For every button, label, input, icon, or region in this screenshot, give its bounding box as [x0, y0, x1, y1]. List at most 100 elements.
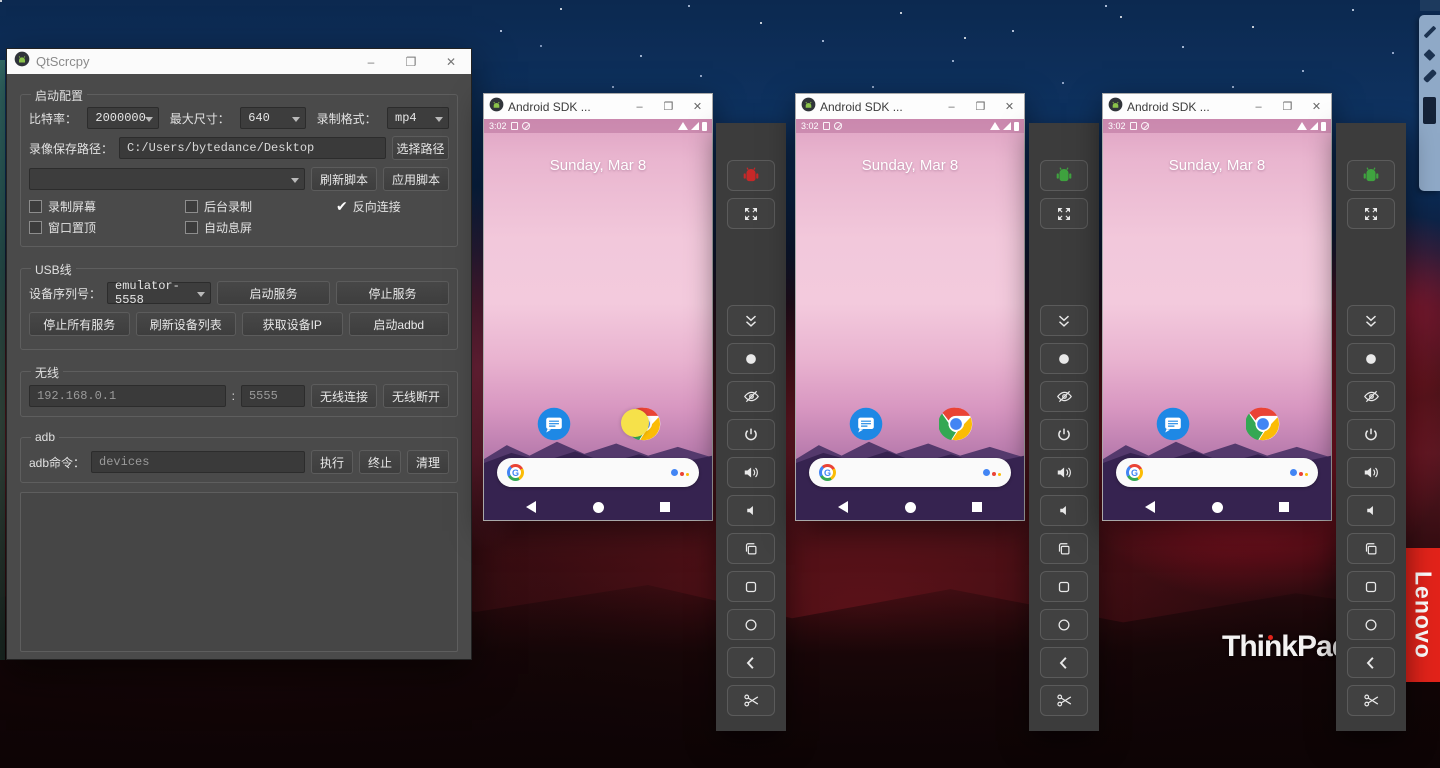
toolbar-volume-down-button[interactable] — [727, 495, 775, 526]
toolbar-volume-down-button[interactable] — [1347, 495, 1395, 526]
apply-script-button[interactable]: 应用脚本 — [383, 167, 449, 191]
reverse-connect-checkbox[interactable]: ✔ 反向连接 — [336, 198, 401, 215]
wireless-ip-input[interactable]: 192.168.0.1 — [29, 385, 226, 407]
minimize-button[interactable]: – — [351, 49, 391, 74]
toolbar-home-button[interactable] — [727, 609, 775, 640]
toolbar-android-head-button[interactable] — [1347, 160, 1395, 191]
toolbar-power-button[interactable] — [1347, 419, 1395, 450]
phone-screen[interactable]: 3:02Sunday, Mar 8G — [796, 119, 1024, 520]
ink-toolbar[interactable] — [1419, 15, 1440, 191]
toolbar-volume-down-button[interactable] — [1040, 495, 1088, 526]
toolbar-volume-up-button[interactable] — [1347, 457, 1395, 488]
back-icon[interactable] — [838, 501, 848, 513]
minimize-button[interactable]: – — [1244, 94, 1273, 119]
toolbar-screenshot-button[interactable] — [1347, 685, 1395, 716]
toolbar-back-button[interactable] — [1347, 647, 1395, 678]
toolbar-volume-up-button[interactable] — [727, 457, 775, 488]
maximize-button[interactable]: ❐ — [391, 49, 431, 74]
record-format-combo[interactable]: mp4 — [387, 107, 449, 129]
back-icon[interactable] — [1145, 501, 1155, 513]
chrome-app-icon[interactable] — [627, 407, 661, 441]
toolbar-android-head-button[interactable] — [1040, 160, 1088, 191]
start-service-button[interactable]: 启动服务 — [217, 281, 330, 305]
recents-icon[interactable] — [660, 502, 670, 512]
refresh-script-button[interactable]: 刷新脚本 — [311, 167, 377, 191]
minimize-button[interactable]: – — [937, 94, 966, 119]
toolbar-screen-off-button[interactable] — [1347, 381, 1395, 412]
save-path-input[interactable]: C:/Users/bytedance/Desktop — [119, 137, 386, 159]
pencil-icon[interactable] — [1423, 26, 1436, 39]
toolbar-fullscreen-button[interactable] — [1040, 198, 1088, 229]
recents-icon[interactable] — [972, 502, 982, 512]
toolbar-android-head-button[interactable] — [727, 160, 775, 191]
close-button[interactable]: ✕ — [431, 49, 471, 74]
record-screen-checkbox[interactable]: 录制屏幕 — [29, 198, 179, 215]
toolbar-power-button[interactable] — [727, 419, 775, 450]
google-search-bar[interactable]: G — [497, 458, 699, 487]
close-button[interactable]: ✕ — [995, 94, 1024, 119]
refresh-device-list-button[interactable]: 刷新设备列表 — [136, 312, 237, 336]
marker-icon[interactable] — [1422, 69, 1436, 83]
eraser-icon[interactable] — [1423, 49, 1435, 61]
google-search-bar[interactable]: G — [809, 458, 1011, 487]
toolbar-app-switch-button[interactable] — [1040, 533, 1088, 564]
toolbar-app-switch-button[interactable] — [1347, 533, 1395, 564]
maximize-button[interactable]: ❐ — [1273, 94, 1302, 119]
script-combo[interactable] — [29, 168, 305, 190]
minimize-button[interactable]: – — [625, 94, 654, 119]
wireless-disconnect-button[interactable]: 无线断开 — [383, 384, 449, 408]
toolbar-menu-button[interactable] — [1347, 571, 1395, 602]
toolbar-menu-button[interactable] — [1040, 571, 1088, 602]
chrome-app-icon[interactable] — [1246, 407, 1280, 441]
toolbar-power-button[interactable] — [1040, 419, 1088, 450]
toolbar-touch-button[interactable] — [1040, 343, 1088, 374]
phone-screen[interactable]: 3:02Sunday, Mar 8G — [484, 119, 712, 520]
get-device-ip-button[interactable]: 获取设备IP — [242, 312, 343, 336]
adb-command-input[interactable]: devices — [91, 451, 305, 473]
recents-icon[interactable] — [1279, 502, 1289, 512]
toolbar-menu-button[interactable] — [727, 571, 775, 602]
toolbar-fullscreen-button[interactable] — [727, 198, 775, 229]
max-size-combo[interactable]: 640 — [240, 107, 306, 129]
toolbar-home-button[interactable] — [1347, 609, 1395, 640]
auto-screen-off-checkbox[interactable]: 自动息屏 — [185, 219, 252, 236]
home-icon[interactable] — [905, 502, 916, 513]
select-path-button[interactable]: 选择路径 — [392, 136, 449, 160]
background-record-checkbox[interactable]: 后台录制 — [185, 198, 330, 215]
toolbar-app-switch-button[interactable] — [727, 533, 775, 564]
maximize-button[interactable]: ❐ — [966, 94, 995, 119]
close-button[interactable]: ✕ — [683, 94, 712, 119]
chrome-app-icon[interactable] — [939, 407, 973, 441]
stop-service-button[interactable]: 停止服务 — [336, 281, 449, 305]
google-search-bar[interactable]: G — [1116, 458, 1318, 487]
messages-app-icon[interactable] — [849, 407, 883, 441]
toolbar-expand-more-button[interactable] — [1347, 305, 1395, 336]
wireless-connect-button[interactable]: 无线连接 — [311, 384, 377, 408]
toolbar-fullscreen-button[interactable] — [1347, 198, 1395, 229]
toolbar-home-button[interactable] — [1040, 609, 1088, 640]
color-swatch-icon[interactable] — [1423, 97, 1436, 124]
toolbar-back-button[interactable] — [1040, 647, 1088, 678]
log-output[interactable] — [20, 492, 458, 652]
phone-screen[interactable]: 3:02Sunday, Mar 8G — [1103, 119, 1331, 520]
toolbar-screenshot-button[interactable] — [727, 685, 775, 716]
toolbar-screen-off-button[interactable] — [1040, 381, 1088, 412]
stop-all-services-button[interactable]: 停止所有服务 — [29, 312, 130, 336]
messages-app-icon[interactable] — [537, 407, 571, 441]
clear-button[interactable]: 清理 — [407, 450, 449, 474]
toolbar-expand-more-button[interactable] — [1040, 305, 1088, 336]
device-serial-combo[interactable]: emulator-5558 — [107, 282, 211, 304]
maximize-button[interactable]: ❐ — [654, 94, 683, 119]
toolbar-screen-off-button[interactable] — [727, 381, 775, 412]
start-adbd-button[interactable]: 启动adbd — [349, 312, 450, 336]
close-button[interactable]: ✕ — [1302, 94, 1331, 119]
home-icon[interactable] — [593, 502, 604, 513]
window-topmost-checkbox[interactable]: 窗口置顶 — [29, 219, 179, 236]
home-icon[interactable] — [1212, 502, 1223, 513]
terminate-button[interactable]: 终止 — [359, 450, 401, 474]
toolbar-back-button[interactable] — [727, 647, 775, 678]
bitrate-combo[interactable]: 2000000 — [87, 107, 159, 129]
execute-button[interactable]: 执行 — [311, 450, 353, 474]
back-icon[interactable] — [526, 501, 536, 513]
toolbar-touch-button[interactable] — [1347, 343, 1395, 374]
